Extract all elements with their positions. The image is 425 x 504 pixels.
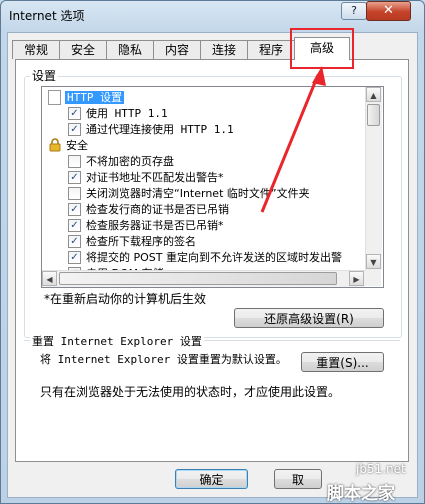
annotation-arrow-icon — [260, 66, 326, 213]
watermark-site: jb51.net — [356, 462, 406, 476]
tab-advanced[interactable]: 高级 — [294, 37, 350, 60]
watermark-brand: 脚本之家 — [327, 484, 395, 504]
